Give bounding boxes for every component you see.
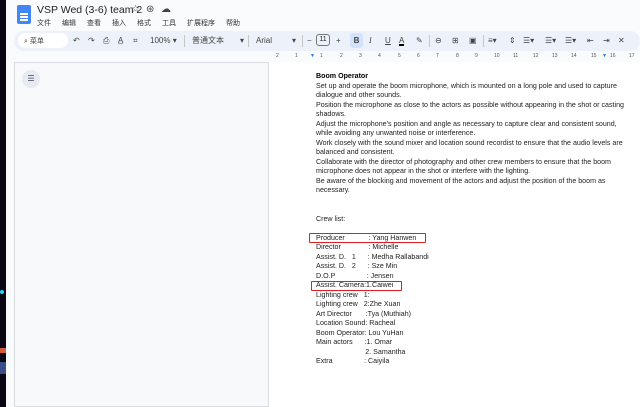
menu-file[interactable]: 文件 <box>37 18 51 28</box>
menu-insert[interactable]: 插入 <box>112 18 126 28</box>
comment-icon[interactable]: ⊞ <box>452 35 459 46</box>
star-icon[interactable]: ☆ <box>131 4 140 15</box>
menu-edit[interactable]: 编辑 <box>62 18 76 28</box>
ruler-label: 15 <box>591 53 597 59</box>
crew-line: Director : Michelle <box>316 243 399 251</box>
ruler-label: 17 <box>629 53 635 59</box>
ruler-label: 9 <box>475 53 478 59</box>
crew-line: Lighting crew 2:Zhe Xuan <box>316 300 401 308</box>
checklist-icon[interactable]: ☰▾ <box>523 35 534 46</box>
menu-search-input[interactable]: ⌕ 菜单 <box>18 33 68 48</box>
docs-logo-icon[interactable] <box>17 5 31 24</box>
crew-line: Location Sound: Racheal <box>316 319 396 327</box>
underline-button[interactable]: U <box>385 35 391 46</box>
crew-line: Lighting crew 1: <box>316 290 370 299</box>
ruler-label: 5 <box>398 53 401 59</box>
bulleted-list-icon[interactable]: ☰▾ <box>545 35 556 46</box>
desktop-background-strip <box>0 0 6 407</box>
divider <box>483 35 484 47</box>
ruler-label: 2 <box>276 53 279 59</box>
decrease-indent-icon[interactable]: ⇤ <box>587 35 594 46</box>
image-icon[interactable]: ▣ <box>469 35 477 46</box>
font-size-input[interactable]: 11 <box>316 34 330 46</box>
bold-button[interactable]: B <box>350 33 363 48</box>
ruler-label: 16 <box>610 53 616 59</box>
crew-line: 2. Samantha <box>316 347 406 356</box>
cloud-status-icon[interactable]: ☁ <box>161 4 171 15</box>
ruler-label: 3 <box>359 53 362 59</box>
paint-format-icon[interactable]: ⌗ <box>133 35 138 46</box>
section-heading: Boom Operator <box>316 72 369 80</box>
ruler-label: 4 <box>378 53 381 59</box>
ruler-label: 6 <box>417 53 420 59</box>
highlight-color-icon[interactable]: ✎ <box>416 35 423 46</box>
divider <box>184 35 185 47</box>
numbered-list-icon[interactable]: ☰▾ <box>565 35 576 46</box>
ruler-label: 2 <box>340 53 343 59</box>
print-icon[interactable]: ⎙ <box>103 35 109 46</box>
text-color-button[interactable]: A <box>399 35 405 46</box>
move-folder-icon[interactable]: ⊛ <box>146 4 154 15</box>
style-value: 普通文本 <box>192 36 224 45</box>
paragraph: Be aware of the blocking and movement of… <box>316 176 606 195</box>
menu-tools[interactable]: 工具 <box>162 18 176 28</box>
paragraph: Work closely with the sound mixer and lo… <box>316 138 623 157</box>
outline-panel <box>14 62 269 407</box>
crew-line: D.O.P : Jensen <box>316 271 394 280</box>
zoom-value: 100% <box>150 36 171 45</box>
crew-line: Boom Operator: Lou YuHan <box>316 328 404 337</box>
right-indent-marker-icon[interactable]: ▼ <box>602 53 607 59</box>
zoom-select[interactable]: 100% ▾ <box>150 35 177 46</box>
crew-line: Art Director :Tya (Muthiah) <box>316 309 411 318</box>
redo-icon[interactable]: ↷ <box>88 35 95 46</box>
increase-indent-icon[interactable]: ⇥ <box>603 35 610 46</box>
ruler-label: 12 <box>533 53 539 59</box>
crew-line: Extra : Caiyila <box>316 357 390 365</box>
undo-icon[interactable]: ↶ <box>73 35 80 46</box>
ruler-label: 13 <box>552 53 558 59</box>
italic-button[interactable]: I <box>369 35 372 46</box>
decrease-font-size-button[interactable]: − <box>307 35 312 46</box>
ruler-label: 1 <box>320 53 323 59</box>
menu-format[interactable]: 格式 <box>137 18 151 28</box>
line-spacing-icon[interactable]: ⇕ <box>509 35 516 46</box>
ruler-label: 7 <box>436 53 439 59</box>
paragraph: Adjust the microphone's position and ang… <box>316 119 617 138</box>
font-value: Arial <box>256 36 273 45</box>
link-icon[interactable]: ⊖ <box>435 35 442 46</box>
divider <box>302 35 303 47</box>
document-body[interactable]: Boom Operator Set up and operate the boo… <box>316 72 626 367</box>
crew-line: Main actors :1. Omar <box>316 338 393 346</box>
ruler[interactable]: 2 1 ▼ 1 2 3 4 5 6 7 8 9 10 11 12 13 14 1… <box>268 53 640 62</box>
paragraph: Collaborate with the director of photogr… <box>316 157 611 176</box>
style-select[interactable]: 普通文本 ▾ <box>192 35 244 46</box>
ruler-label: 8 <box>456 53 459 59</box>
menu-view[interactable]: 查看 <box>87 18 101 28</box>
clear-formatting-icon[interactable]: ✕ <box>618 35 625 46</box>
document-title[interactable]: VSP Wed (3-6) team 2 <box>37 4 142 16</box>
ruler-label: 1 <box>295 53 298 59</box>
divider <box>429 35 430 47</box>
font-select[interactable]: Arial ▾ <box>256 35 296 46</box>
crew-line: Assist. D. 2 : Sze Min <box>316 262 398 270</box>
highlight-box-assist-camera <box>311 281 402 291</box>
paragraph: Set up and operate the boom microphone, … <box>316 81 617 100</box>
crew-list-title: Crew list: <box>316 214 346 223</box>
highlight-box-producer <box>309 233 426 243</box>
ruler-label: 10 <box>494 53 500 59</box>
ruler-label: 14 <box>571 53 577 59</box>
menu-extensions[interactable]: 扩展程序 <box>187 18 215 28</box>
divider <box>248 35 249 47</box>
ruler-label: 11 <box>513 53 519 59</box>
menu-bar: 文件 编辑 查看 插入 格式 工具 扩展程序 帮助 <box>37 18 240 28</box>
align-icon[interactable]: ≡▾ <box>488 35 497 46</box>
menu-help[interactable]: 帮助 <box>226 18 240 28</box>
spellcheck-icon[interactable]: A̲ <box>118 35 123 46</box>
search-label: 菜单 <box>29 38 44 45</box>
crew-line: Assist. D. 1 : Medha Rallabandi <box>316 252 429 261</box>
indent-marker-icon[interactable]: ▼ <box>310 53 315 59</box>
paragraph: Position the microphone as close to the … <box>316 100 624 119</box>
outline-toggle-icon[interactable]: ☰ <box>22 70 40 88</box>
increase-font-size-button[interactable]: + <box>336 35 341 46</box>
